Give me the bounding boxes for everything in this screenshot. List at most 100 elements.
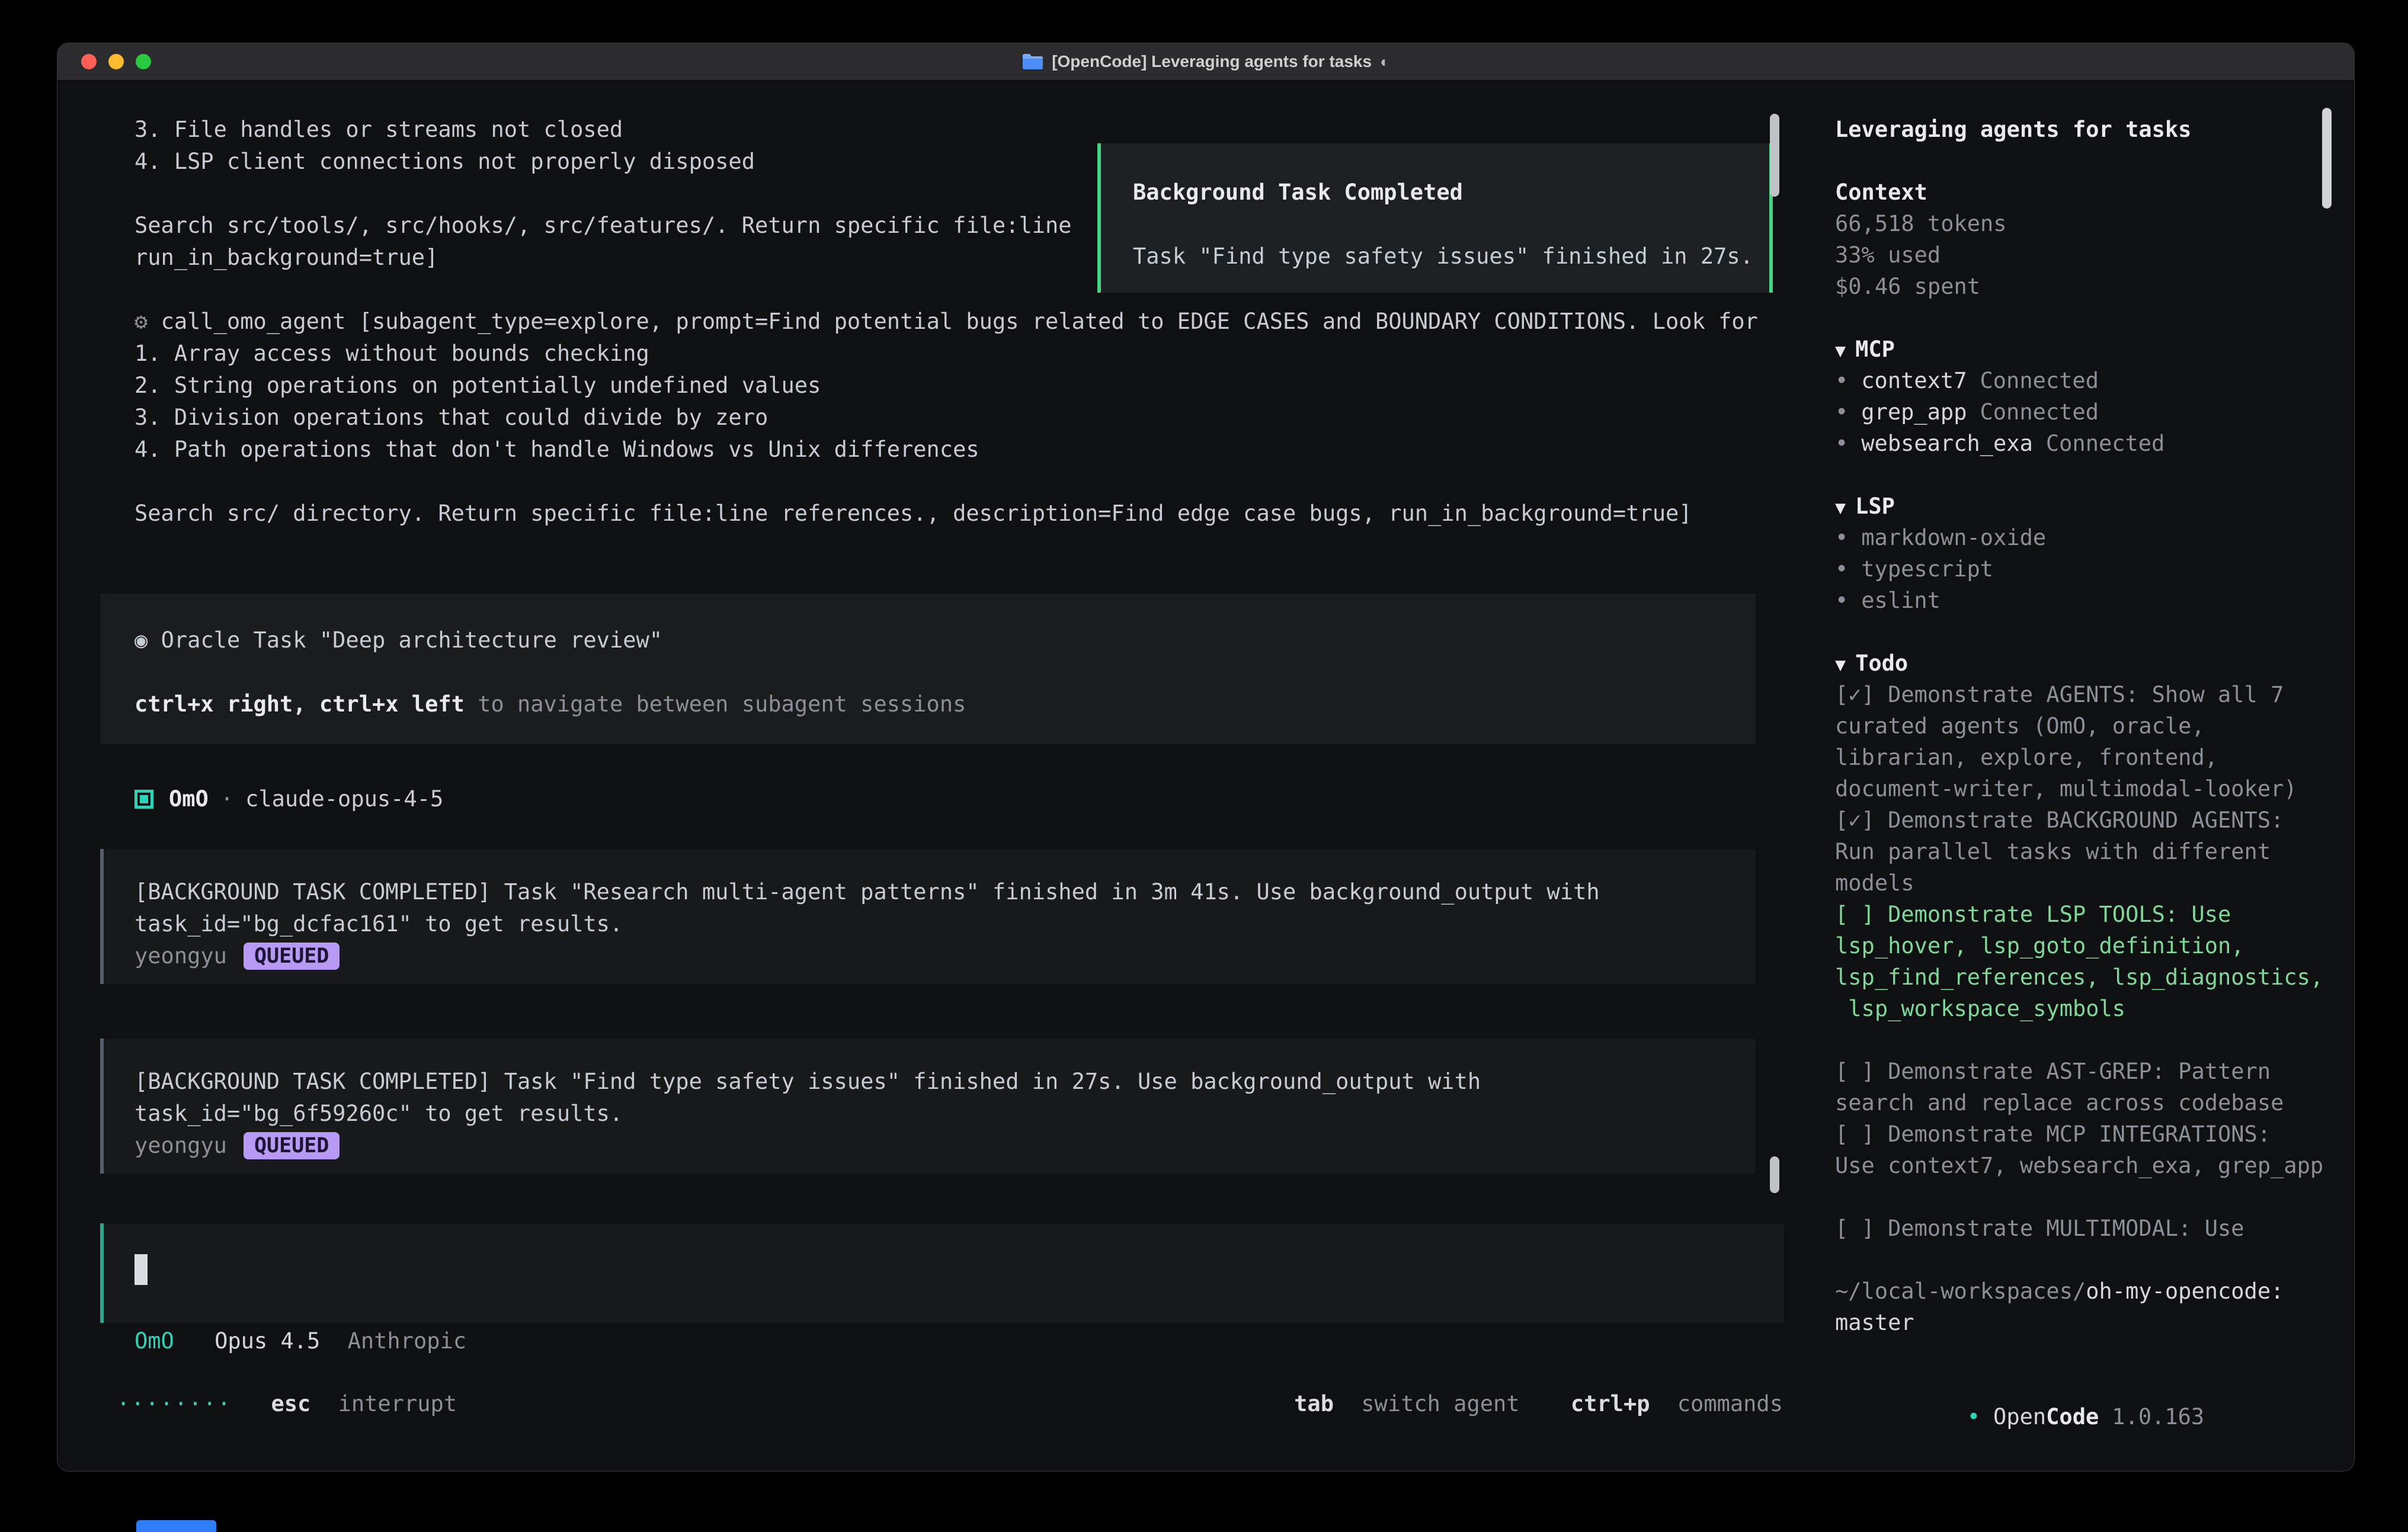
lsp-header-label: LSP <box>1855 493 1895 519</box>
commands-key-label: commands <box>1677 1391 1783 1416</box>
folder-icon <box>1022 53 1043 70</box>
tool-call-text: call_omo_agent [subagent_type=explore, p… <box>161 309 1758 334</box>
prompt-input[interactable] <box>100 1223 1784 1323</box>
todo-line: [ ] Demonstrate LSP TOOLS: Use <box>1835 899 2354 930</box>
queued-badge: QUEUED <box>244 943 340 970</box>
bullet-icon: • <box>1835 431 1848 456</box>
message-line: task_id="bg_dcfac161" to get results. <box>135 908 1756 940</box>
terminal-pane[interactable]: 3. File handles or streams not closed 4.… <box>57 81 1809 1471</box>
todo-line: [ ] Demonstrate MCP INTEGRATIONS: <box>1835 1118 2354 1150</box>
mcp-item-name: websearch_exa <box>1861 431 2033 456</box>
oracle-hint-text: to navigate between subagent sessions <box>465 691 966 717</box>
bullet-icon: • <box>1835 399 1848 425</box>
todo-item: [ ] Demonstrate MCP INTEGRATIONS: Use co… <box>1835 1118 2354 1181</box>
todo-item: [✓] Demonstrate AGENTS: Show all 7 curat… <box>1835 679 2354 805</box>
tab-key-label: switch agent <box>1361 1391 1519 1416</box>
context-used: 33% used <box>1835 239 2354 271</box>
background-task-message: [BACKGROUND TASK COMPLETED] Task "Find t… <box>100 1039 1756 1174</box>
queued-badge: QUEUED <box>244 1132 340 1159</box>
text-cursor <box>135 1254 148 1285</box>
active-agent-label: OmO <box>135 1328 174 1354</box>
mcp-section-header[interactable]: ▼MCP <box>1835 334 2354 365</box>
scrollbar-thumb[interactable] <box>1770 114 1779 197</box>
app-version: 1.0.163 <box>2112 1404 2204 1430</box>
todo-line: search and replace across codebase <box>1835 1087 2354 1118</box>
separator-dot: · <box>220 783 233 815</box>
app-version-footer: •OpenCode1.0.163 <box>1835 1370 2354 1401</box>
todo-line: document-writer, multimodal-looker) <box>1835 773 2354 805</box>
app-name-prefix: Open <box>1993 1404 2046 1430</box>
todo-line: librarian, explore, frontend, <box>1835 742 2354 773</box>
bullet-icon: • <box>1835 525 1848 550</box>
main-scrollbar <box>1770 114 1779 1471</box>
todo-line: Run parallel tasks with different <box>1835 836 2354 867</box>
tool-call-line: ⚙ call_omo_agent [subagent_type=explore,… <box>135 306 1809 338</box>
todo-line: curated agents (OmO, oracle, <box>1835 710 2354 742</box>
mcp-item-status: Connected <box>1980 368 2099 393</box>
tool-call-block: ⚙ call_omo_agent [subagent_type=explore,… <box>135 306 1809 530</box>
agent-name: OmO <box>169 783 209 815</box>
zoom-button[interactable] <box>136 54 151 69</box>
todo-header-label: Todo <box>1855 650 1908 676</box>
mcp-item: •websearch_exaConnected <box>1835 428 2354 459</box>
todo-line: models <box>1835 867 2354 899</box>
dock-fragment <box>136 1520 216 1532</box>
tool-call-line <box>135 466 1809 498</box>
oracle-hint-line: ctrl+x right, ctrl+x left to navigate be… <box>135 688 1756 720</box>
blank-line <box>1133 209 1769 241</box>
todo-line: Use context7, websearch_exa, grep_app <box>1835 1150 2354 1181</box>
message-author: yeongyu <box>135 1130 227 1162</box>
record-icon: ◉ <box>135 627 161 653</box>
todo-section-header[interactable]: ▼ Todo <box>1835 648 2354 679</box>
lsp-item-name: eslint <box>1861 588 1941 613</box>
context-spent: $0.46 spent <box>1835 271 2354 302</box>
minimize-button[interactable] <box>108 54 124 69</box>
todo-line: [✓] Demonstrate AGENTS: Show all 7 <box>1835 679 2354 710</box>
mcp-item-name: grep_app <box>1861 399 1967 425</box>
titlebar: [OpenCode] Leveraging agents for tasks ◐ <box>57 43 2354 81</box>
scrollbar-thumb[interactable] <box>1770 1156 1779 1193</box>
app-window: [OpenCode] Leveraging agents for tasks ◐… <box>57 43 2355 1472</box>
background-task-toast[interactable]: Background Task Completed Task "Find typ… <box>1097 143 1773 293</box>
status-bar: ········ esc interrupt tab switch agent … <box>117 1388 1783 1420</box>
model-name: Opus 4.5 <box>214 1328 320 1354</box>
oracle-task-panel[interactable]: ◉ Oracle Task "Deep architecture review"… <box>100 594 1756 744</box>
traffic-lights <box>81 43 151 80</box>
session-sidebar: Leveraging agents for tasks Context 66,5… <box>1809 81 2354 1471</box>
toast-title: Background Task Completed <box>1133 177 1769 209</box>
close-button[interactable] <box>81 54 97 69</box>
workspace-dir: ~/local-workspaces/ <box>1835 1278 2086 1304</box>
scrollback-line: 3. File handles or streams not closed <box>135 114 1809 146</box>
lsp-item: •markdown-oxide <box>1835 522 2354 553</box>
blank-line <box>135 656 1756 688</box>
todo-line: lsp_hover, lsp_goto_definition, <box>1835 930 2354 961</box>
tab-key-hint: tab <box>1294 1391 1334 1416</box>
window-title-wrap: [OpenCode] Leveraging agents for tasks ◐ <box>1022 52 1389 71</box>
provider-name: Anthropic <box>348 1328 466 1354</box>
todo-line: [✓] Demonstrate BACKGROUND AGENTS: <box>1835 805 2354 836</box>
lsp-section-header[interactable]: ▼LSP <box>1835 491 2354 522</box>
todo-item: [ ] Demonstrate LSP TOOLS: Use lsp_hover… <box>1835 899 2354 1024</box>
lsp-section: ▼LSP •markdown-oxide •typescript •eslint <box>1835 491 2354 616</box>
context-tokens: 66,518 tokens <box>1835 208 2354 239</box>
commands-key-hint: ctrl+p <box>1571 1391 1650 1416</box>
sidebar-scrollbar-thumb[interactable] <box>2322 108 2332 209</box>
message-line: [BACKGROUND TASK COMPLETED] Task "Find t… <box>135 1066 1756 1098</box>
agent-icon <box>135 790 153 809</box>
workspace-repo: oh-my-opencode: <box>2086 1278 2284 1304</box>
activity-icon: ◐ <box>1380 53 1389 71</box>
window-content: 3. File handles or streams not closed 4.… <box>57 81 2354 1471</box>
chevron-down-icon: ▼ <box>1835 655 1846 675</box>
mcp-item-name: context7 <box>1861 368 1967 393</box>
bullet-icon: • <box>1967 1404 1980 1430</box>
agent-model: claude-opus-4-5 <box>245 783 443 815</box>
spinner-dots: ········ <box>117 1391 232 1416</box>
version-line: •OpenCode1.0.163 <box>1835 1370 2354 1401</box>
background-task-message: [BACKGROUND TASK COMPLETED] Task "Resear… <box>100 849 1756 984</box>
todo-line: [ ] Demonstrate MULTIMODAL: Use <box>1835 1213 2354 1244</box>
mcp-section: ▼MCP • context7 Connected • grep_app Connect… <box>1835 334 2354 459</box>
mcp-item-status: Connected <box>1980 399 2099 425</box>
context-header: Context <box>1835 177 2354 208</box>
message-line: task_id="bg_6f59260c" to get results. <box>135 1098 1756 1130</box>
message-author: yeongyu <box>135 940 227 972</box>
